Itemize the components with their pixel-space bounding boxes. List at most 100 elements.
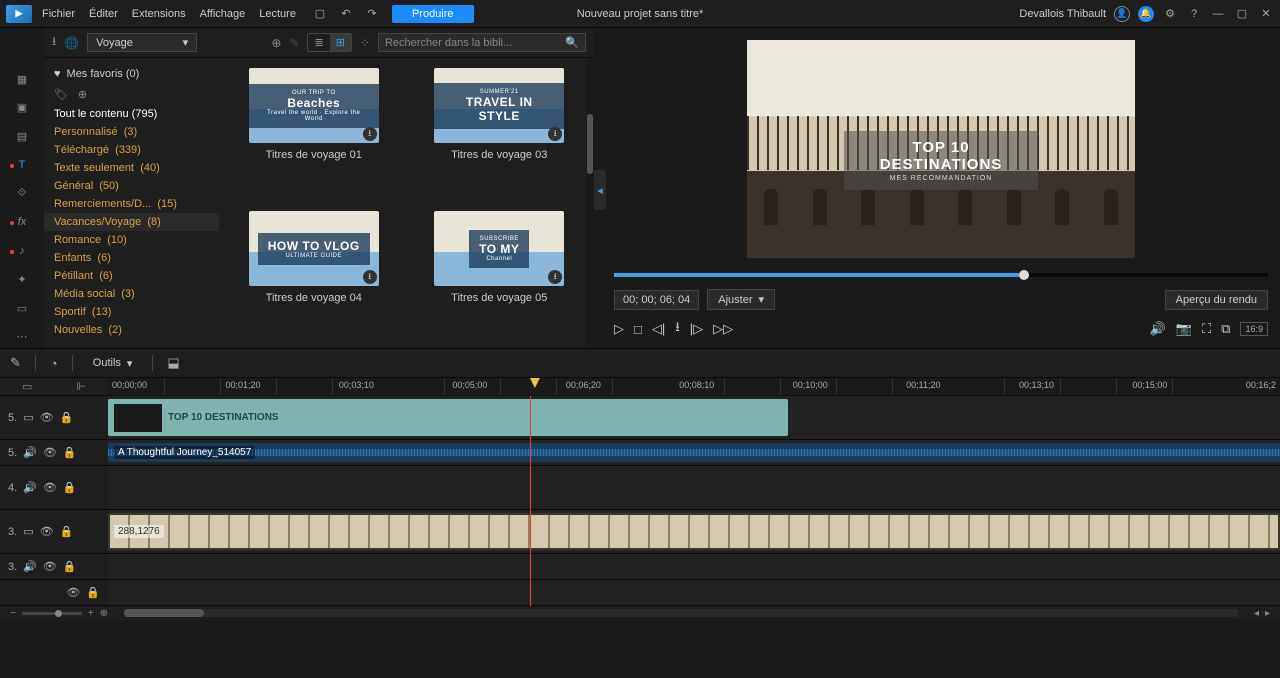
lock-icon[interactable]: 🔒	[60, 411, 74, 424]
favorites-row[interactable]: ♥ Mes favoris (0)	[44, 64, 219, 84]
category-item[interactable]: Personnalisé (3)	[44, 123, 219, 141]
list-view-button[interactable]: ≣	[308, 34, 329, 51]
media-room-icon[interactable]: ▦	[8, 68, 36, 91]
scroll-left-icon[interactable]: ◂	[1254, 608, 1259, 619]
visibility-icon[interactable]: 👁	[43, 481, 57, 494]
new-title-icon[interactable]: ⊕	[271, 36, 281, 50]
user-icon[interactable]: 👤	[1114, 6, 1130, 22]
category-all[interactable]: Tout le contenu (795)	[44, 105, 219, 123]
menu-display[interactable]: Affichage	[200, 8, 246, 20]
visibility-icon[interactable]: 👁	[66, 586, 80, 599]
category-item[interactable]: Nouvelles (2)	[44, 321, 219, 339]
save-icon[interactable]: ▢	[312, 6, 328, 22]
template-item[interactable]: SUBSCRIBETO MYChannel⭳Titres de voyage 0…	[415, 211, 585, 338]
close-icon[interactable]: ✕	[1258, 6, 1274, 22]
redo-icon[interactable]: ↷	[364, 6, 380, 22]
undo-icon[interactable]: ↶	[338, 6, 354, 22]
tools-dropdown[interactable]: Outils▾	[87, 357, 139, 370]
category-item[interactable]: Enfants (6)	[44, 249, 219, 267]
lock-icon[interactable]: 🔒	[86, 586, 100, 599]
globe-icon[interactable]: 🌐	[64, 36, 79, 50]
chapter-room-icon[interactable]: ▭	[8, 297, 36, 320]
zoom-slider[interactable]	[22, 612, 82, 615]
tag-icon[interactable]: 🏷	[54, 88, 68, 101]
category-item[interactable]: Sportif (13)	[44, 303, 219, 321]
maximize-icon[interactable]: ▢	[1234, 6, 1250, 22]
audio-room-icon[interactable]: ♪	[8, 240, 36, 263]
particle-room-icon[interactable]: ✦	[8, 268, 36, 291]
produce-button[interactable]: Produire	[392, 5, 474, 23]
template-item[interactable]: HOW TO VLOGULTIMATE GUIDE⭳Titres de voya…	[229, 211, 399, 338]
lock-icon[interactable]: 🔒	[60, 525, 74, 538]
thumb-size-icon[interactable]: ⁘	[360, 36, 370, 50]
camera-icon[interactable]: 📷	[1176, 321, 1192, 337]
prev-frame-button[interactable]: ◁|	[652, 321, 665, 337]
category-item[interactable]: Texte seulement (40)	[44, 159, 219, 177]
overlay-room-icon[interactable]: ▣	[8, 97, 36, 120]
download-icon[interactable]: ⭳	[363, 127, 377, 141]
category-item[interactable]: Général (50)	[44, 177, 219, 195]
play-button[interactable]: ▷	[614, 321, 624, 337]
track-view-a-icon[interactable]: ▭	[22, 380, 32, 393]
category-item[interactable]: Média social (3)	[44, 285, 219, 303]
stop-button[interactable]: □	[634, 322, 642, 337]
zoom-in-button[interactable]: +	[88, 608, 94, 619]
popout-icon[interactable]: ⧉	[1221, 321, 1230, 337]
category-item[interactable]: Pétillant (6)	[44, 267, 219, 285]
marker-icon[interactable]: ◔	[50, 356, 58, 371]
timeline-scrollbar[interactable]	[124, 609, 1238, 617]
category-item[interactable]: Vacances/Voyage (8)	[44, 213, 219, 231]
add-track-button[interactable]: ⊕	[100, 608, 108, 619]
timecode-display[interactable]: 00; 00; 06; 04	[614, 290, 699, 310]
settings-icon[interactable]: ⚙	[1162, 6, 1178, 22]
help-icon[interactable]: ?	[1186, 6, 1202, 22]
more-rooms-icon[interactable]: ⋯	[8, 325, 36, 348]
track-content[interactable]: 288,1276	[108, 510, 1280, 553]
track-content[interactable]	[108, 554, 1280, 579]
minimize-icon[interactable]: —	[1210, 6, 1226, 22]
visibility-icon[interactable]: 👁	[40, 411, 54, 424]
track-content[interactable]: A Thoughtful Journey_514057	[108, 440, 1280, 465]
next-frame-button[interactable]: |▷	[690, 321, 703, 337]
download-icon[interactable]: ⭳	[548, 270, 562, 284]
volume-icon[interactable]: 🔊	[1150, 321, 1166, 337]
add-tag-icon[interactable]: ⊕	[78, 88, 87, 101]
download-icon[interactable]: ⭳	[363, 270, 377, 284]
track-content[interactable]	[108, 466, 1280, 509]
zoom-out-button[interactable]: −	[10, 608, 16, 619]
category-item[interactable]: Remerciements/D... (15)	[44, 195, 219, 213]
visibility-icon[interactable]: 👁	[43, 560, 57, 573]
snapshot-button[interactable]: ⭳	[675, 318, 680, 340]
menu-playback[interactable]: Lecture	[259, 8, 296, 20]
title-room-icon[interactable]: T	[8, 154, 36, 177]
category-item[interactable]: Téléchargé (339)	[44, 141, 219, 159]
track-content[interactable]	[108, 580, 1280, 605]
keyframe-icon[interactable]: ⬓	[167, 355, 179, 371]
pen-tool-icon[interactable]: ✎	[10, 355, 21, 371]
edit-title-icon[interactable]: ✎	[289, 36, 299, 50]
video-clip[interactable]: 288,1276	[108, 513, 1280, 550]
template-item[interactable]: SUMMER'21TRAVEL IN STYLE⭳Titres de voyag…	[415, 68, 585, 195]
title-clip[interactable]: TOP 10 DESTINATIONS	[108, 399, 788, 436]
search-input[interactable]: Rechercher dans la bibli...🔍	[378, 33, 586, 52]
menu-extensions[interactable]: Extensions	[132, 8, 186, 20]
track-content[interactable]: TOP 10 DESTINATIONS	[108, 396, 1280, 439]
menu-edit[interactable]: Éditer	[89, 8, 118, 20]
collapse-panel-handle[interactable]: ◂	[594, 170, 606, 210]
panel-scrollbar[interactable]	[586, 58, 594, 348]
audio-clip[interactable]: A Thoughtful Journey_514057	[108, 443, 1280, 462]
expand-icon[interactable]: ⛶	[1202, 321, 1211, 337]
lock-icon[interactable]: 🔒	[63, 446, 77, 459]
lock-icon[interactable]: 🔒	[63, 560, 77, 573]
fit-dropdown[interactable]: Ajuster▾	[707, 289, 775, 310]
download-icon[interactable]: ⭳	[548, 127, 562, 141]
visibility-icon[interactable]: 👁	[43, 446, 57, 459]
timeline-ruler[interactable]: 00;00;0000;01;2000;03;1000;05;0000;06;20…	[108, 378, 1280, 395]
notifications-icon[interactable]: 🔔	[1138, 6, 1154, 22]
fast-forward-button[interactable]: ▷▷	[713, 321, 733, 337]
category-item[interactable]: Romance (10)	[44, 231, 219, 249]
category-dropdown[interactable]: Voyage▾	[87, 33, 197, 52]
import-icon[interactable]: ⭳	[52, 32, 56, 53]
render-preview-button[interactable]: Aperçu du rendu	[1165, 290, 1268, 310]
menu-file[interactable]: Fichier	[42, 8, 75, 20]
